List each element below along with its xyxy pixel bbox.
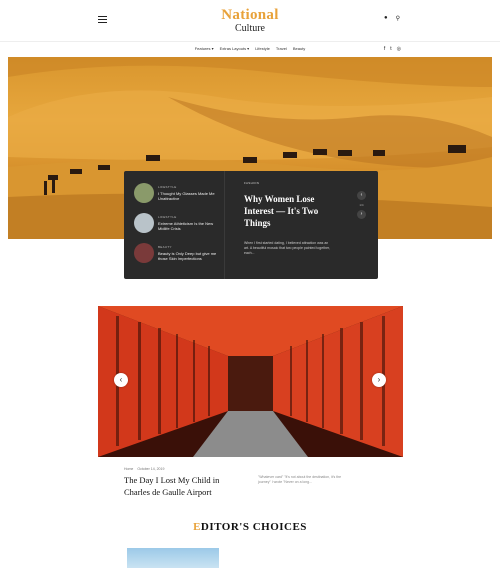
post-category: BEAUTY	[158, 245, 172, 249]
nav-item-lifestyle[interactable]: Lifestyle	[255, 46, 270, 51]
heading-rest: DITOR'S CHOICES	[200, 521, 307, 533]
featured-slider-card: LIFESTYLE I Thought My Glasses Made Me U…	[124, 171, 378, 279]
site-logo[interactable]: National Culture	[200, 8, 300, 34]
instagram-icon[interactable]: ◎	[397, 46, 401, 52]
logo-primary-text: National	[221, 7, 279, 23]
post-meta: Home October 14, 2019	[124, 467, 164, 471]
search-icon[interactable]: ⚲	[396, 15, 400, 22]
social-links: f t ◎	[384, 46, 401, 52]
nav-item-travel[interactable]: Travel	[276, 46, 287, 51]
post-category: LIFESTYLE	[158, 215, 177, 219]
post-title[interactable]: The Day I Lost My Child in Charles de Ga…	[124, 474, 244, 498]
main-navigation: Features ▾ Extras Layouts ▾ Lifestyle Tr…	[0, 46, 500, 51]
nav-item-beauty[interactable]: Beauty	[293, 46, 305, 51]
heading-accent-letter: E	[193, 521, 201, 533]
post-thumbnail	[134, 213, 154, 233]
featured-category[interactable]: FASHION	[244, 181, 334, 185]
post-image-carousel	[98, 306, 403, 457]
post-title[interactable]: I Thought My Glasses Made Me Unattractiv…	[158, 191, 222, 201]
side-post[interactable]: BEAUTY Beauty is Only Deep but give me t…	[134, 243, 222, 263]
featured-title[interactable]: Why Women Lose Interest — It's Two Thing…	[244, 193, 334, 229]
post-meta-category[interactable]: Home	[124, 467, 133, 471]
header-divider	[0, 41, 500, 42]
slide-counter: 1/4	[359, 203, 364, 207]
editors-choices-heading: EDITOR'S CHOICES	[0, 521, 500, 533]
carousel-next-button[interactable]: ›	[372, 373, 386, 387]
user-icon[interactable]: ●	[384, 15, 388, 22]
prev-slide-button[interactable]: ‹	[357, 191, 366, 200]
post-category: LIFESTYLE	[158, 185, 177, 189]
menu-icon[interactable]	[98, 16, 107, 23]
carousel-prev-button[interactable]: ‹	[114, 373, 128, 387]
side-post[interactable]: LIFESTYLE I Thought My Glasses Made Me U…	[134, 183, 222, 203]
nav-item-extras-layouts[interactable]: Extras Layouts ▾	[220, 46, 250, 51]
side-post[interactable]: LIFESTYLE Extreme Athleticism Is the New…	[134, 213, 222, 233]
post-excerpt: "Whatever card" "It's not about the dest…	[258, 475, 342, 484]
next-slide-button[interactable]: ›	[357, 210, 366, 219]
editors-choice-image[interactable]	[127, 548, 219, 568]
post-title[interactable]: Extreme Athleticism Is the New Midlife C…	[158, 221, 222, 231]
post-title[interactable]: Beauty is Only Deep but give me those Sk…	[158, 251, 222, 261]
twitter-icon[interactable]: t	[390, 46, 391, 52]
post-thumbnail	[134, 243, 154, 263]
logo-secondary-text: Culture	[235, 23, 265, 34]
post-thumbnail	[134, 183, 154, 203]
facebook-icon[interactable]: f	[384, 46, 385, 52]
post-meta-date: October 14, 2019	[137, 467, 165, 471]
nav-item-features[interactable]: Features ▾	[195, 46, 214, 51]
featured-excerpt: When I first started dating, I believed …	[244, 241, 331, 255]
